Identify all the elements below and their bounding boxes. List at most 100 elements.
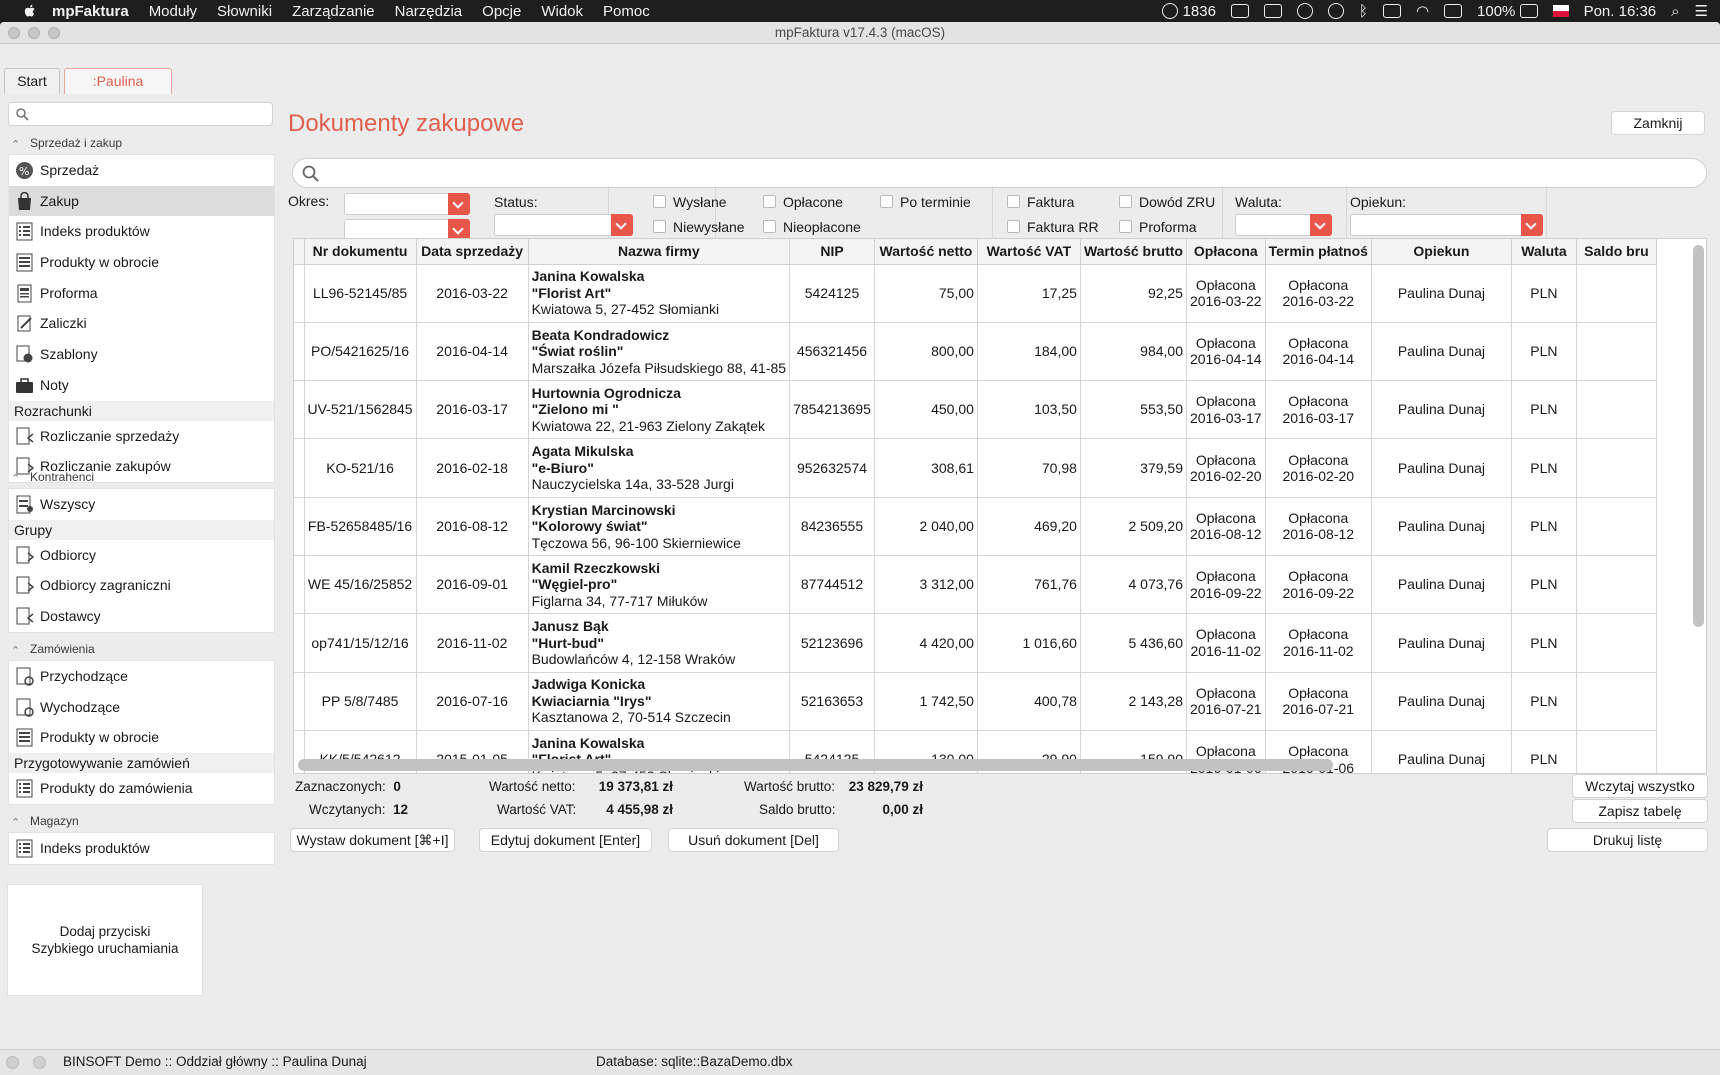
sidebar-item-products-in-circulation[interactable]: Produkty w obrocie (9, 247, 274, 278)
horizontal-scrollbar[interactable] (298, 759, 1333, 771)
menu-management[interactable]: Zarządzanie (292, 3, 375, 20)
sidebar-item-suppliers[interactable]: Dostawcy (9, 601, 274, 632)
table-row[interactable]: FB-52658485/16 2016-08-12 Krystian Marcino… (294, 497, 1657, 556)
sidebar-item-templates[interactable]: Szablony (9, 339, 274, 370)
tab-paulina-dunaj[interactable]: :Paulina Dunaj (64, 68, 172, 113)
sidebar-item-incoming[interactable]: Przychodzące (9, 661, 274, 692)
document-search-input[interactable] (292, 158, 1707, 188)
sidebar-item-order-products-in-circulation[interactable]: Produkty w obrocie (9, 722, 274, 753)
sidebar-item-recipients[interactable]: Odbiorcy (9, 540, 274, 571)
menu-modules[interactable]: Moduły (149, 3, 197, 20)
table-row[interactable]: PP 5/8/7485 2016-07-16 Jadwiga Konicka Kwia… (294, 672, 1657, 731)
window-close-button[interactable] (8, 27, 20, 39)
drive-icon[interactable] (1263, 4, 1282, 18)
sidebar-item-sales-settlement[interactable]: Rozliczanie sprzedaży (9, 421, 274, 452)
menu-view[interactable]: Widok (541, 3, 583, 20)
col-paid[interactable]: Opłacona (1186, 239, 1266, 265)
battery-status[interactable]: 100% (1477, 3, 1538, 20)
menu-help[interactable]: Pomoc (603, 3, 650, 20)
col-doc-number[interactable]: Nr dokumentu (304, 239, 417, 265)
cell-gross-balance (1576, 380, 1657, 440)
row-selector[interactable] (294, 438, 305, 498)
spotlight-search-icon[interactable]: ⌕ (1671, 3, 1679, 20)
company-name: "Świat roślin" (531, 343, 624, 360)
sidebar-item-notes[interactable]: Noty (9, 370, 274, 401)
term-date: 2016-09-22 (1282, 584, 1355, 601)
sidebar-item-warehouse-product-index[interactable]: Indeks produktów (9, 833, 274, 864)
bluetooth-icon[interactable]: ᛒ (1359, 3, 1368, 20)
section-header[interactable]: ⌃ Sprzedaż i zakup (8, 132, 275, 154)
clock[interactable]: Pon. 16:36 (1584, 3, 1657, 20)
company-address: Figlarna 34, 77-717 Miłuków (531, 592, 708, 609)
flag-icon[interactable] (1552, 5, 1569, 17)
col-nip[interactable]: NIP (789, 239, 875, 265)
vertical-scrollbar[interactable] (1693, 245, 1704, 627)
col-net-value[interactable]: Wartość netto (874, 239, 978, 265)
creative-cloud-icon[interactable] (1296, 3, 1313, 19)
sidebar-item-outgoing[interactable]: Wychodzące (9, 692, 274, 723)
issue-document-button[interactable]: Wystaw dokument [⌘+I] (290, 828, 455, 852)
sidebar-item-purchase[interactable]: Zakup (9, 185, 274, 217)
sidebar-item-sales[interactable]: % Sprzedaż (9, 155, 274, 186)
keyboard-icon[interactable] (1382, 4, 1401, 18)
loaded-count: Wczytanych: 12 (309, 802, 409, 817)
section-header[interactable]: ⌃ Kontrahenci (8, 466, 275, 488)
menu-app[interactable]: mpFaktura (52, 3, 129, 20)
section-header[interactable]: ⌃ Magazyn (8, 810, 275, 832)
table-row[interactable]: LL96-52145/85 2016-03-22 Janina Kowalska "F… (294, 264, 1657, 323)
edit-document-button[interactable]: Edytuj dokument [Enter] (479, 828, 652, 852)
wifi-icon[interactable]: ◠ (1416, 2, 1429, 20)
col-payment-term[interactable]: Termin płatnoś (1265, 239, 1372, 265)
close-button[interactable]: Zamknij (1611, 111, 1705, 135)
col-keeper[interactable]: Opiekun (1371, 239, 1512, 265)
col-selector[interactable] (294, 239, 305, 265)
row-selector[interactable] (294, 264, 305, 323)
cell-gross: 4 073,76 (1080, 555, 1187, 615)
delete-document-button[interactable]: Usuń dokument [Del] (668, 828, 839, 852)
row-selector[interactable] (294, 613, 305, 673)
quick-launch-panel[interactable]: Dodaj przyciski Szybkiego uruchamiania (7, 884, 203, 996)
table-row[interactable]: WE 45/16/25852 2016-09-01 Kamil Rzeczkowsk… (294, 555, 1657, 615)
row-selector[interactable] (294, 380, 305, 440)
sidebar-search-input[interactable] (8, 102, 273, 126)
window-zoom-button[interactable] (48, 27, 60, 39)
documents-table[interactable]: Nr dokumentu Data sprzedaży Nazwa firmy … (293, 238, 1707, 774)
sidebar-item-all-contractors[interactable]: Wszyscy (9, 489, 274, 520)
cloud-icon[interactable] (1230, 4, 1249, 18)
sidebar-item-product-index[interactable]: Indeks produktów (9, 216, 274, 247)
col-currency[interactable]: Waluta (1511, 239, 1577, 265)
menu-tools[interactable]: Narzędzia (395, 3, 463, 20)
section-header[interactable]: ⌃ Zamówienia (8, 638, 275, 660)
period-from-select[interactable] (344, 193, 470, 215)
cell-gross-balance (1576, 264, 1657, 323)
col-gross-value[interactable]: Wartość brutto (1080, 239, 1187, 265)
sidebar-item-proforma[interactable]: Proforma (9, 278, 274, 309)
table-row[interactable]: UV-521/1562845 2016-03-17 Hurtownia Ogrodn… (294, 380, 1657, 440)
table-row[interactable]: PO/5421625/16 2016-04-14 Beata Kondradowic… (294, 322, 1657, 382)
status-counter[interactable]: 1836 (1162, 3, 1216, 20)
load-all-button[interactable]: Wczytaj wszystko (1572, 774, 1708, 798)
airplay-icon[interactable] (1444, 4, 1463, 18)
window-minimize-button[interactable] (28, 27, 40, 39)
table-row[interactable]: KO-521/16 2016-02-18 Agata Mikulska "e-Biur… (294, 438, 1657, 498)
table-row[interactable]: op741/15/12/16 2016-11-02 Janusz Bąk "Hurt-… (294, 613, 1657, 673)
apple-icon[interactable] (22, 3, 38, 19)
col-gross-balance[interactable]: Saldo bru (1576, 239, 1657, 265)
row-selector[interactable] (294, 322, 305, 382)
col-vat-value[interactable]: Wartość VAT (977, 239, 1081, 265)
menu-dictionaries[interactable]: Słowniki (217, 3, 272, 20)
sidebar-item-advances[interactable]: Zaliczki (9, 308, 274, 339)
sidebar-item-foreign-recipients[interactable]: Odbiorcy zagraniczni (9, 570, 274, 601)
print-list-button[interactable]: Drukuj listę (1547, 828, 1708, 852)
row-selector[interactable] (294, 497, 305, 556)
sidebar-item-products-to-order[interactable]: Produkty do zamówienia (9, 773, 274, 804)
menu-options[interactable]: Opcje (482, 3, 521, 20)
gear-icon[interactable] (1327, 3, 1344, 19)
col-company-name[interactable]: Nazwa firmy (528, 239, 791, 265)
notification-center-icon[interactable]: ☰ (1695, 2, 1708, 20)
row-selector[interactable] (294, 672, 305, 731)
save-table-button[interactable]: Zapisz tabelę (1572, 799, 1708, 823)
tab-start[interactable]: Start (4, 68, 60, 94)
col-sale-date[interactable]: Data sprzedaży (416, 239, 529, 265)
row-selector[interactable] (294, 555, 305, 615)
